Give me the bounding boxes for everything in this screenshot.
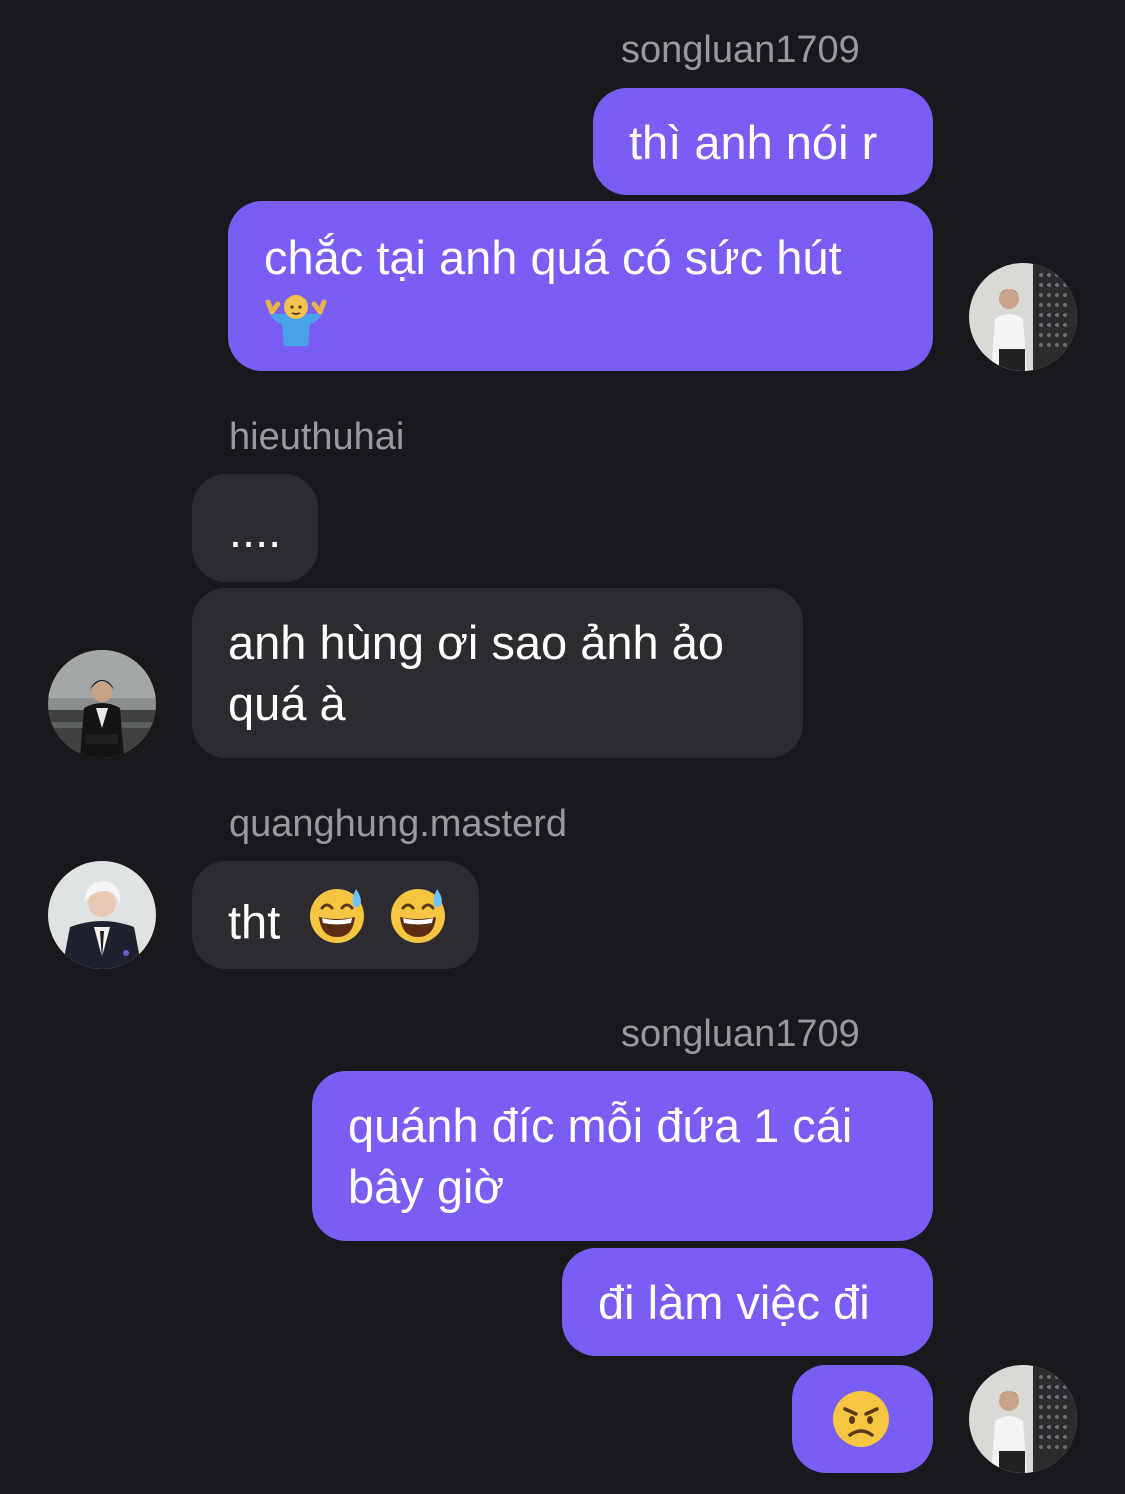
sender-name: hieuthuhai	[229, 416, 405, 458]
sender-name: quanghung.masterd	[229, 803, 568, 845]
grinning-sweat-emoji-icon	[388, 885, 448, 959]
message-bubble-outgoing[interactable]: đi làm việc đi	[562, 1248, 933, 1356]
message-text-line: quánh đíc mỗi đứa 1 cái	[348, 1099, 853, 1152]
message-bubble-incoming[interactable]: anh hùng ơi sao ảnh ảo quá à	[192, 588, 803, 758]
message-text: ....	[229, 504, 282, 557]
angry-face-emoji-icon	[831, 1389, 891, 1463]
message-bubble-outgoing[interactable]	[792, 1365, 933, 1473]
avatar-hieuthuhai[interactable]	[48, 650, 156, 758]
grinning-sweat-emoji-icon	[307, 885, 367, 959]
person-shrugging-emoji-icon	[264, 290, 328, 360]
message-bubble-incoming[interactable]: tht	[192, 861, 479, 969]
chat-thread: songluan1709 thì anh nói r chắc tại anh …	[0, 0, 1125, 1494]
message-bubble-outgoing[interactable]: thì anh nói r	[593, 88, 933, 195]
message-text: thì anh nói r	[629, 116, 878, 169]
avatar-quanghung-masterd[interactable]	[48, 861, 156, 969]
sender-name: songluan1709	[621, 29, 860, 71]
message-bubble-outgoing[interactable]: chắc tại anh quá có sức hút	[228, 201, 933, 371]
message-bubble-outgoing[interactable]: quánh đíc mỗi đứa 1 cái bây giờ	[312, 1071, 933, 1241]
avatar-songluan1709[interactable]	[969, 1365, 1077, 1473]
sender-name: songluan1709	[621, 1013, 860, 1055]
message-bubble-incoming[interactable]: ....	[192, 474, 318, 582]
message-text: chắc tại anh quá có sức hút	[264, 231, 842, 284]
message-text-line: bây giờ	[348, 1160, 505, 1213]
message-text: tht	[228, 895, 281, 949]
message-text-line: anh hùng ơi sao ảnh ảo	[228, 616, 725, 669]
message-text-line: quá à	[228, 677, 346, 730]
avatar-songluan1709[interactable]	[969, 263, 1077, 371]
message-text: đi làm việc đi	[598, 1276, 870, 1329]
